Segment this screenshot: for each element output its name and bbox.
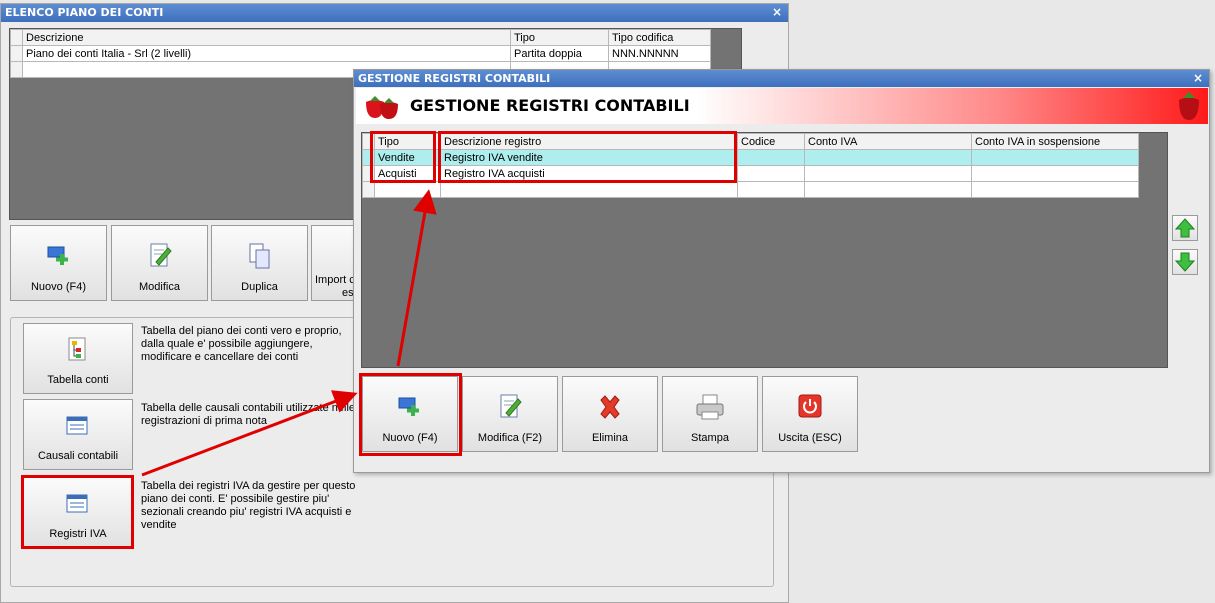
print-label: Stampa — [691, 432, 729, 444]
column-header-conto-iva[interactable]: Conto IVA — [804, 133, 972, 150]
duplicate-label: Duplica — [241, 281, 278, 293]
new-button[interactable]: Nuovo (F4) — [10, 225, 107, 301]
delete-x-icon — [600, 395, 620, 419]
new-icon — [47, 246, 68, 265]
cell-descrizione[interactable]: Registro IVA acquisti — [440, 165, 738, 182]
cell-empty[interactable] — [804, 181, 972, 198]
column-header-tipo[interactable]: Tipo — [374, 133, 441, 150]
tabella-conti-label: Tabella conti — [47, 374, 109, 386]
delete-button[interactable]: Elimina — [562, 376, 658, 452]
tabella-conti-button[interactable]: Tabella conti — [23, 323, 133, 394]
new-icon — [398, 397, 419, 416]
registri-grid[interactable]: Tipo Descrizione registro Codice Conto I… — [361, 132, 1168, 368]
import-button[interactable]: Import c est — [311, 225, 357, 301]
cell-tipo[interactable]: Acquisti — [374, 165, 441, 182]
column-header-codice[interactable]: Codice — [737, 133, 805, 150]
edit-document-icon — [500, 394, 522, 418]
delete-label: Elimina — [591, 432, 629, 444]
cell-conto-iva[interactable] — [804, 149, 972, 166]
column-header-tipo-codifica[interactable]: Tipo codifica — [608, 29, 711, 46]
cell-tipo-codifica[interactable]: NNN.NNNNN — [608, 45, 711, 62]
cell-codice[interactable] — [737, 165, 805, 182]
causali-contabili-button[interactable]: Causali contabili — [23, 399, 133, 470]
new-label: Nuovo (F4) — [30, 281, 87, 293]
cell-empty[interactable] — [440, 181, 738, 198]
cell-conto-iva-sospensione[interactable] — [971, 165, 1139, 182]
strawberry-icon — [366, 96, 398, 119]
piano-conti-titlebar[interactable]: ELENCO PIANO DEI CONTI × — [1, 4, 788, 22]
new-button[interactable]: Nuovo (F4) — [362, 376, 458, 452]
import-label-line1: Import c — [315, 274, 355, 286]
duplicate-icon — [249, 243, 269, 269]
table-row[interactable]: Vendite Registro IVA vendite — [362, 149, 1139, 166]
edit-document-icon — [150, 243, 172, 267]
cell-empty[interactable] — [737, 181, 805, 198]
window-title: GESTIONE REGISTRI CONTABILI — [358, 72, 551, 85]
move-up-button[interactable] — [1172, 215, 1198, 241]
cell-codice[interactable] — [737, 149, 805, 166]
close-icon[interactable]: × — [772, 5, 782, 19]
tabella-conti-description: Tabella del piano dei conti vero e propr… — [141, 325, 342, 363]
print-button[interactable]: Stampa — [662, 376, 758, 452]
row-selector[interactable] — [10, 45, 23, 62]
cell-conto-iva-sospensione[interactable] — [971, 149, 1139, 166]
new-label: Nuovo (F4) — [382, 432, 438, 444]
causali-contabili-description: Tabella delle causali contabili utilizza… — [141, 402, 356, 427]
close-icon[interactable]: × — [1193, 71, 1203, 85]
causali-contabili-label: Causali contabili — [37, 450, 119, 462]
power-icon — [798, 394, 822, 418]
duplicate-button[interactable]: Duplica — [211, 225, 308, 301]
row-selector[interactable] — [362, 149, 375, 166]
arrow-up-icon — [1174, 218, 1196, 238]
column-header-conto-iva-sospensione[interactable]: Conto IVA in sospensione — [971, 133, 1139, 150]
column-header-tipo[interactable]: Tipo — [510, 29, 609, 46]
row-selector[interactable] — [362, 181, 375, 198]
edit-button[interactable]: Modifica — [111, 225, 208, 301]
row-selector[interactable] — [10, 61, 23, 78]
column-header-descrizione-registro[interactable]: Descrizione registro — [440, 133, 738, 150]
cell-tipo[interactable]: Vendite — [374, 149, 441, 166]
registri-iva-description: Tabella dei registri IVA da gestire per … — [141, 480, 356, 531]
row-selector-header — [10, 29, 23, 46]
exit-label: Uscita (ESC) — [778, 432, 842, 444]
window-list-icon — [66, 416, 88, 435]
row-selector[interactable] — [362, 165, 375, 182]
table-row-empty[interactable] — [362, 181, 1139, 198]
tree-document-icon — [68, 337, 86, 361]
exit-button[interactable]: Uscita (ESC) — [762, 376, 858, 452]
cell-descrizione[interactable]: Piano dei conti Italia - Srl (2 livelli) — [22, 45, 511, 62]
edit-label: Modifica (F2) — [477, 432, 543, 444]
registri-iva-button[interactable]: Registri IVA — [23, 477, 133, 548]
strawberry-icon — [1179, 92, 1199, 120]
registri-iva-label: Registri IVA — [49, 528, 107, 540]
printer-icon — [696, 394, 724, 420]
cell-tipo[interactable]: Partita doppia — [510, 45, 609, 62]
table-row[interactable]: Piano dei conti Italia - Srl (2 livelli)… — [10, 45, 711, 62]
gestione-registri-titlebar[interactable]: GESTIONE REGISTRI CONTABILI × — [354, 70, 1209, 87]
cell-empty[interactable] — [971, 181, 1139, 198]
move-down-button[interactable] — [1172, 249, 1198, 275]
edit-label: Modifica — [139, 281, 180, 293]
edit-button[interactable]: Modifica (F2) — [462, 376, 558, 452]
column-header-descrizione[interactable]: Descrizione — [22, 29, 511, 46]
row-selector-header — [362, 133, 375, 150]
cell-conto-iva[interactable] — [804, 165, 972, 182]
gestione-registri-window: GESTIONE REGISTRI CONTABILI × GESTIONE R… — [353, 69, 1210, 473]
table-row[interactable]: Acquisti Registro IVA acquisti — [362, 165, 1139, 182]
cell-empty[interactable] — [374, 181, 441, 198]
window-title: ELENCO PIANO DEI CONTI — [5, 6, 164, 19]
header-banner: GESTIONE REGISTRI CONTABILI — [356, 88, 1208, 124]
cell-descrizione[interactable]: Registro IVA vendite — [440, 149, 738, 166]
banner-title: GESTIONE REGISTRI CONTABILI — [410, 96, 690, 115]
arrow-down-icon — [1174, 252, 1196, 272]
window-list-icon — [66, 494, 88, 513]
